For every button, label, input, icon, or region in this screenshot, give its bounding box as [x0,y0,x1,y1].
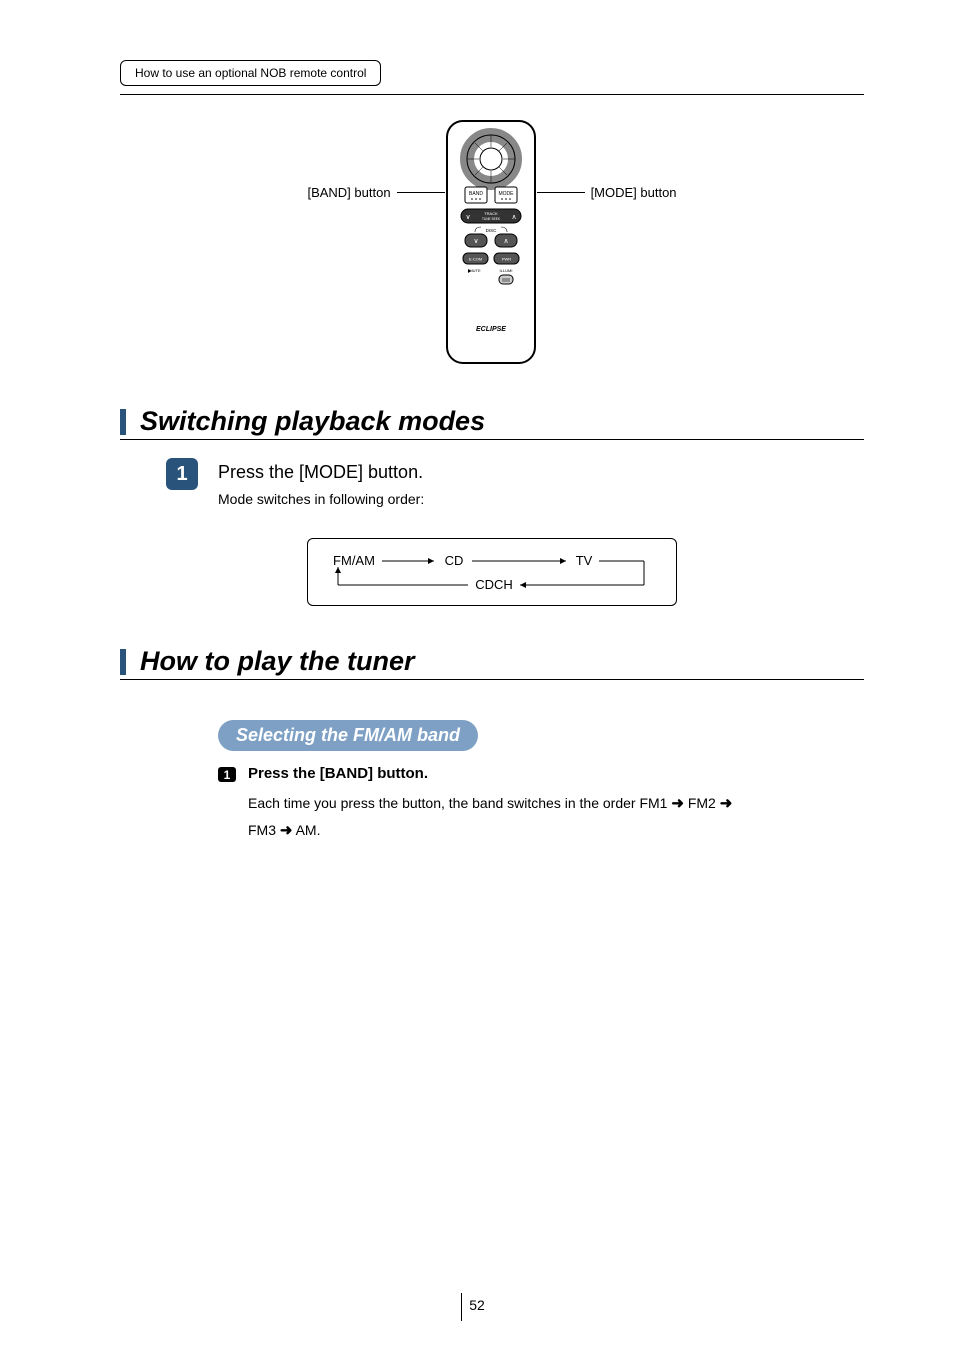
remote-mode-text: MODE [498,191,514,197]
section-heading-tuner: How to play the tuner [120,646,864,677]
section1-step1-text: Press the [MODE] button. [218,458,424,483]
svg-text:TUNE SEEK: TUNE SEEK [482,217,501,221]
svg-text:E-COM: E-COM [468,257,481,262]
flow-tv: TV [576,553,593,568]
detail-line2b: AM. [296,822,321,838]
section2-step1: 1 Press the [BAND] button. [218,765,864,782]
section2-step1-text: Press the [BAND] button. [248,765,428,782]
mode-button-label-text: [MODE] button [591,185,677,200]
remote-control-illustration: BAND MODE TRACK TUNE SEEK ∨ ∧ DISC ∨ [445,119,537,370]
heading-bar-icon [120,409,126,435]
svg-text:PWR: PWR [501,257,510,262]
svg-text:TRACK: TRACK [484,211,498,216]
section1-rule [120,439,864,440]
section1-title: Switching playback modes [140,406,485,437]
detail-line1a: Each time you press the button, the band… [248,795,667,811]
svg-text:∨: ∨ [465,214,470,221]
flow-cd: CD [445,553,464,568]
remote-diagram: [BAND] button [120,119,864,370]
leader-line-left [397,192,445,193]
selecting-band-pill: Selecting the FM/AM band [218,720,478,751]
detail-line2a: FM3 [248,822,276,838]
arrow-icon: ➜ [671,795,684,812]
detail-line1b: FM2 [688,795,716,811]
svg-text:MUTE: MUTE [469,268,481,273]
page-number: 52 [469,1297,485,1313]
section2-title: How to play the tuner [140,646,415,677]
remote-band-text: BAND [469,191,483,197]
top-divider [120,94,864,95]
svg-text:DISC: DISC [485,228,497,233]
section2-rule [120,679,864,680]
band-button-label-text: [BAND] button [307,185,390,200]
leader-line-right [537,192,585,193]
svg-text:∧: ∧ [511,214,516,221]
sub-step-number-badge: 1 [218,767,236,782]
band-button-label: [BAND] button [307,185,444,200]
arrow-icon: ➜ [280,822,293,839]
svg-text:∧: ∧ [503,238,508,245]
arrow-icon: ➜ [720,795,733,812]
svg-text:ILLUMI: ILLUMI [499,268,512,273]
heading-bar-icon [120,649,126,675]
band-cycle-detail: Each time you press the button, the band… [248,790,864,844]
svg-text:∨: ∨ [473,238,478,245]
flow-fmam: FM/AM [333,553,375,568]
flow-cdch: CDCH [475,577,513,592]
mode-button-label: [MODE] button [537,185,677,200]
section1-step1: 1 Press the [MODE] button. Mode switches… [166,458,864,510]
page-tick [461,1293,462,1321]
mode-flow-diagram: FM/AM CD TV CDCH [307,538,677,606]
remote-brand-text: ECLIPSE [476,326,506,333]
breadcrumb: How to use an optional NOB remote contro… [120,60,381,86]
step-number-badge: 1 [166,458,198,490]
section-heading-switching: Switching playback modes [120,406,864,437]
section1-step1-sub: Mode switches in following order: [218,489,424,510]
